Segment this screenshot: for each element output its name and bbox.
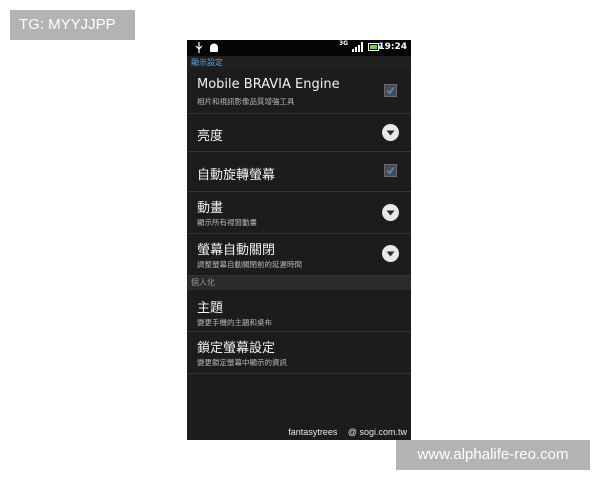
animation-dropdown[interactable] [382, 204, 399, 221]
setting-title: 螢幕自動關閉 [197, 243, 276, 258]
chevron-down-icon [386, 251, 395, 257]
section-header-display: 顯示設定 [187, 56, 411, 70]
setting-title: Mobile BRAVIA Engine [197, 77, 340, 92]
setting-row-screen-timeout[interactable]: 螢幕自動關閉 調整螢幕自動關閉前的延遲時間 [187, 234, 411, 276]
chevron-down-icon [386, 130, 395, 136]
setting-row-brightness[interactable]: 亮度 [187, 114, 411, 152]
section-header-personal: 個人化 [187, 276, 411, 290]
setting-title: 自動旋轉螢幕 [197, 168, 276, 183]
setting-row-lock-screen[interactable]: 鎖定螢幕設定 變更鎖定螢幕中顯示的資訊 [187, 332, 411, 374]
usb-icon [195, 42, 203, 56]
tag-label: TG: MYYJJPP [10, 10, 135, 40]
check-icon [386, 166, 395, 175]
setting-row-theme[interactable]: 主題 變更手機的主題和桌布 [187, 290, 411, 332]
footer-author: fantasytrees [288, 427, 338, 437]
setting-title: 主題 [197, 301, 224, 316]
setting-title: 亮度 [197, 129, 224, 144]
brightness-dropdown[interactable] [382, 124, 399, 141]
setting-subtitle: 變更鎖定螢幕中顯示的資訊 [197, 358, 287, 367]
setting-title: 鎖定螢幕設定 [197, 341, 276, 356]
signal-icon [352, 42, 364, 55]
bravia-checkbox[interactable] [384, 84, 397, 97]
android-icon [209, 42, 219, 56]
setting-row-auto-rotate[interactable]: 自動旋轉螢幕 [187, 152, 411, 192]
setting-subtitle: 相片和視訊影像品質增強工具 [197, 97, 295, 106]
phone-screen: 3G 19:24 顯示設定 Mobile BRAVIA Engine 相片和視訊… [187, 40, 411, 440]
footer-credit: fantasytrees @ sogi.com.tw [288, 427, 407, 437]
screen-timeout-dropdown[interactable] [382, 245, 399, 262]
status-bar: 3G 19:24 [187, 40, 411, 56]
setting-title: 動畫 [197, 201, 224, 216]
setting-row-animation[interactable]: 動畫 顯示所有視窗動畫 [187, 192, 411, 234]
chevron-down-icon [386, 210, 395, 216]
setting-subtitle: 顯示所有視窗動畫 [197, 218, 257, 227]
network-type-label: 3G [339, 40, 349, 47]
auto-rotate-checkbox[interactable] [384, 164, 397, 177]
setting-subtitle: 變更手機的主題和桌布 [197, 318, 272, 327]
setting-subtitle: 調整螢幕自動關閉前的延遲時間 [197, 260, 302, 269]
check-icon [386, 86, 395, 95]
setting-row-bravia-engine[interactable]: Mobile BRAVIA Engine 相片和視訊影像品質增強工具 [187, 70, 411, 114]
site-watermark: www.alphalife-reo.com [396, 440, 590, 470]
clock: 19:24 [378, 42, 407, 52]
footer-site: @ sogi.com.tw [347, 427, 407, 437]
